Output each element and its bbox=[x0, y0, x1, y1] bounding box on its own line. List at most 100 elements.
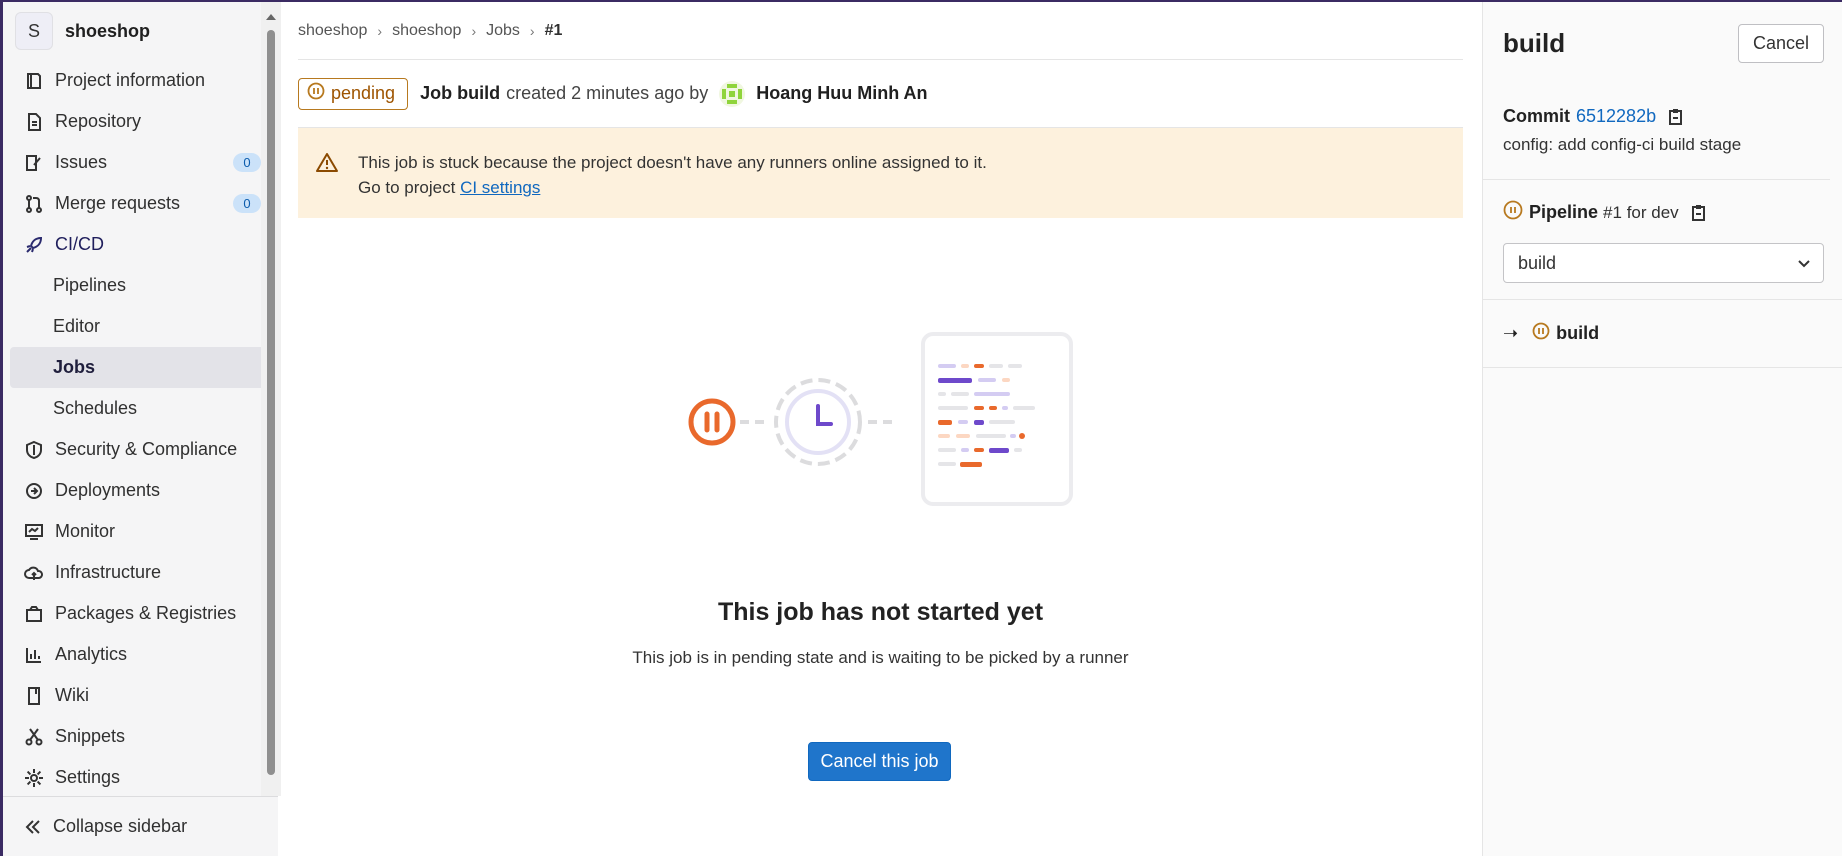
stage-select-value: build bbox=[1518, 252, 1557, 273]
sidebar-item-packages-registries[interactable]: Packages & Registries bbox=[3, 593, 278, 634]
breadcrumb-current[interactable]: #1 bbox=[545, 22, 563, 40]
scissors-icon bbox=[23, 726, 45, 748]
project-avatar: S bbox=[15, 12, 53, 50]
stage-select[interactable]: build bbox=[1503, 243, 1824, 283]
job-pending-illustration bbox=[688, 332, 1073, 506]
issues-count-badge: 0 bbox=[233, 153, 261, 172]
job-list-item-label: build bbox=[1556, 323, 1600, 343]
job-author[interactable]: Hoang Huu Minh An bbox=[756, 83, 927, 104]
sidebar-item-label: Wiki bbox=[55, 685, 89, 705]
commit-line: Commit 6512282b bbox=[1503, 106, 1810, 127]
sidebar-item-analytics[interactable]: Analytics bbox=[3, 634, 278, 675]
commit-message: config: add config-ci build stage bbox=[1503, 135, 1742, 154]
sidebar-scrollbar[interactable] bbox=[261, 2, 281, 796]
sidebar-item-label: Infrastructure bbox=[55, 562, 162, 582]
sidebar-item-label: Jobs bbox=[53, 357, 96, 377]
job-created-text: created 2 minutes ago by bbox=[506, 83, 709, 103]
main-content: shoeshop › shoeshop › Jobs › #1 pending … bbox=[298, 2, 1463, 856]
cancel-button[interactable]: Cancel bbox=[1737, 23, 1824, 63]
job-list-item[interactable]: ➝ build bbox=[1483, 300, 1842, 368]
sidebar-item-label: Snippets bbox=[55, 726, 126, 746]
monitor-icon bbox=[23, 521, 45, 543]
sidebar-item-label: CI/CD bbox=[55, 234, 104, 254]
commit-label: Commit bbox=[1503, 106, 1570, 126]
repository-icon bbox=[23, 111, 45, 133]
sidebar-item-label: Schedules bbox=[53, 398, 138, 418]
sidebar-item-infrastructure[interactable]: Infrastructure bbox=[3, 552, 278, 593]
alert-message: This job is stuck because the project do… bbox=[358, 153, 987, 172]
scroll-up-arrow[interactable] bbox=[266, 14, 276, 20]
pipeline-ref: for dev bbox=[1626, 202, 1679, 222]
sidebar-item-editor[interactable]: Editor bbox=[3, 306, 278, 347]
arrow-right-icon: ➝ bbox=[1503, 323, 1519, 343]
sidebar-item-monitor[interactable]: Monitor bbox=[3, 511, 278, 552]
cloud-icon bbox=[23, 562, 45, 584]
breadcrumb-group[interactable]: shoeshop bbox=[298, 22, 367, 40]
cancel-job-button[interactable]: Cancel this job bbox=[808, 742, 951, 781]
pause-icon bbox=[1532, 322, 1550, 345]
sidebar-item-jobs[interactable]: Jobs bbox=[10, 347, 271, 388]
sidebar-item-label: Security & Compliance bbox=[55, 439, 238, 459]
pipeline-section: Pipeline #1 for dev build bbox=[1483, 180, 1842, 300]
scroll-thumb[interactable] bbox=[267, 30, 275, 775]
warning-icon bbox=[316, 152, 338, 179]
breadcrumb-jobs[interactable]: Jobs bbox=[486, 22, 520, 40]
sidebar-item-wiki[interactable]: Wiki bbox=[3, 675, 278, 716]
package-icon bbox=[23, 603, 45, 625]
collapse-sidebar-button[interactable]: Collapse sidebar bbox=[3, 796, 278, 856]
user-avatar[interactable] bbox=[718, 80, 746, 108]
project-name[interactable]: shoeshop bbox=[65, 21, 150, 42]
sidebar-item-merge-requests[interactable]: Merge requests 0 bbox=[3, 183, 278, 224]
deployments-icon bbox=[23, 480, 45, 502]
panel-title: build bbox=[1503, 27, 1566, 58]
commit-section: Commit 6512282b config: add config-ci bu… bbox=[1483, 84, 1830, 180]
sidebar-item-label: Deployments bbox=[55, 480, 161, 500]
sidebar-item-label: Pipelines bbox=[53, 275, 127, 295]
sidebar-item-label: Packages & Registries bbox=[55, 603, 237, 623]
project-header[interactable]: S shoeshop bbox=[3, 2, 278, 60]
copy-icon[interactable] bbox=[1691, 204, 1707, 222]
rocket-icon bbox=[23, 234, 45, 256]
sidebar-item-label: Repository bbox=[55, 111, 142, 131]
sidebar: S shoeshop Project information Repositor… bbox=[0, 2, 281, 856]
panel-header: build Cancel bbox=[1483, 2, 1842, 84]
alert-prefix: Go to project bbox=[358, 178, 456, 197]
sidebar-item-ci-cd[interactable]: CI/CD bbox=[3, 224, 278, 265]
sidebar-item-settings[interactable]: Settings bbox=[3, 757, 278, 798]
ci-settings-link[interactable]: CI settings bbox=[460, 178, 540, 197]
sidebar-item-label: Project information bbox=[55, 70, 206, 90]
gear-icon bbox=[23, 767, 45, 789]
copy-icon[interactable] bbox=[1668, 108, 1684, 126]
sidebar-item-pipelines[interactable]: Pipelines bbox=[3, 265, 278, 306]
job-sidebar-panel: build Cancel Commit 6512282b config: add… bbox=[1482, 2, 1842, 856]
status-badge[interactable]: pending bbox=[298, 77, 409, 110]
merge-requests-count-badge: 0 bbox=[233, 194, 261, 213]
sidebar-item-security-compliance[interactable]: Security & Compliance bbox=[3, 429, 278, 470]
breadcrumb-project[interactable]: shoeshop bbox=[392, 22, 461, 40]
commit-sha-link[interactable]: 6512282b bbox=[1576, 106, 1656, 127]
chevron-down-icon bbox=[1797, 253, 1811, 274]
empty-state-description: This job is in pending state and is wait… bbox=[632, 648, 1129, 667]
sidebar-item-snippets[interactable]: Snippets bbox=[3, 716, 278, 757]
sidebar-item-issues[interactable]: Issues 0 bbox=[3, 142, 278, 183]
shield-icon bbox=[23, 439, 45, 461]
sidebar-item-label: Merge requests bbox=[55, 193, 181, 213]
status-label: pending bbox=[331, 83, 396, 103]
chevron-right-icon: › bbox=[377, 22, 383, 39]
collapse-sidebar-label: Collapse sidebar bbox=[53, 816, 188, 836]
breadcrumb: shoeshop › shoeshop › Jobs › #1 bbox=[298, 2, 1463, 60]
sidebar-item-schedules[interactable]: Schedules bbox=[3, 388, 278, 429]
job-title-prefix: Job bbox=[420, 83, 453, 103]
sidebar-item-repository[interactable]: Repository bbox=[3, 101, 278, 142]
chart-icon bbox=[23, 644, 45, 666]
pipeline-id-link[interactable]: #1 bbox=[1603, 203, 1622, 223]
sidebar-item-label: Monitor bbox=[55, 521, 116, 541]
sidebar-item-label: Editor bbox=[53, 316, 101, 336]
pause-icon bbox=[307, 82, 325, 105]
empty-state-title: This job has not started yet bbox=[717, 598, 1044, 626]
job-header: pending Job build created 2 minutes ago … bbox=[298, 60, 1463, 128]
sidebar-item-deployments[interactable]: Deployments bbox=[3, 470, 278, 511]
pause-icon bbox=[1503, 200, 1523, 225]
sidebar-item-project-information[interactable]: Project information bbox=[3, 60, 278, 101]
sidebar-item-label: Analytics bbox=[55, 644, 128, 664]
